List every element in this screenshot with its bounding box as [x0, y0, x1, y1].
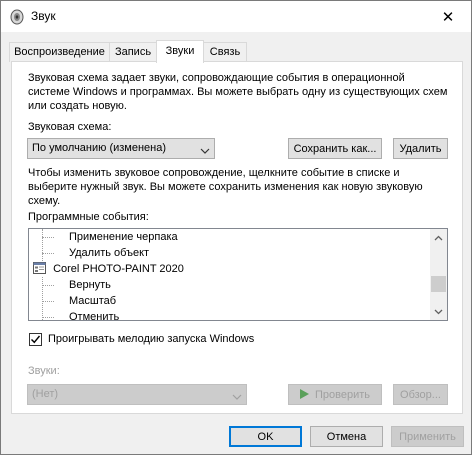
tab-recording[interactable]: Запись	[109, 42, 157, 62]
scheme-label: Звуковая схема:	[28, 121, 112, 133]
apply-button[interactable]: Применить	[391, 426, 464, 447]
list-item[interactable]: Вернуть	[69, 277, 111, 293]
events-label: Программные события:	[28, 211, 149, 223]
checkmark-icon	[31, 335, 41, 344]
chevron-down-icon	[434, 309, 443, 314]
scheme-dropdown[interactable]: По умолчанию (изменена)	[27, 138, 215, 159]
list-item[interactable]: Применение черпака	[69, 229, 178, 245]
startup-sound-label[interactable]: Проигрывать мелодию запуска Windows	[48, 332, 254, 346]
scroll-thumb[interactable]	[431, 276, 446, 292]
cancel-button[interactable]: Отмена	[310, 426, 383, 447]
list-item[interactable]: Удалить объект	[69, 245, 149, 261]
events-description: Чтобы изменить звуковое сопровождение, щ…	[28, 167, 423, 207]
tree-connector	[42, 229, 43, 265]
sounds-label: Звуки:	[28, 365, 60, 377]
close-icon: ✕	[441, 8, 455, 26]
sound-file-dropdown[interactable]: (Нет)	[27, 384, 247, 405]
ok-button[interactable]: OK	[229, 426, 302, 447]
list-item-group-label: Corel PHOTO-PAINT 2020	[53, 263, 184, 275]
sound-file-dropdown-value: (Нет)	[32, 388, 59, 400]
program-icon	[33, 262, 46, 279]
vertical-scrollbar[interactable]	[430, 229, 447, 320]
list-item-group[interactable]: Corel PHOTO-PAINT 2020	[33, 261, 184, 277]
scheme-description: Звуковая схема задает звуки, сопровождаю…	[28, 72, 448, 112]
list-item[interactable]: Масштаб	[69, 293, 116, 309]
scroll-down-button[interactable]	[430, 303, 447, 320]
chevron-down-icon	[232, 390, 242, 400]
test-sound-label: Проверить	[315, 389, 371, 401]
scheme-dropdown-value: По умолчанию (изменена)	[32, 142, 167, 154]
tree-connector	[42, 253, 54, 254]
tab-playback[interactable]: Воспроизведение	[9, 42, 110, 62]
chevron-down-icon	[200, 144, 210, 154]
test-sound-button[interactable]: Проверить	[288, 384, 382, 405]
browse-button[interactable]: Обзор...	[393, 384, 448, 405]
tab-sounds[interactable]: Звуки	[156, 40, 204, 63]
tab-communications[interactable]: Связь	[203, 42, 247, 62]
tree-connector	[42, 277, 43, 320]
window-title: Звук	[31, 9, 56, 23]
tree-connector	[42, 317, 54, 318]
save-as-button[interactable]: Сохранить как...	[288, 138, 382, 159]
sounds-tab-panel: Звуковая схема задает звуки, сопровождаю…	[11, 61, 463, 414]
tree-connector	[42, 301, 54, 302]
list-item[interactable]: Отменить	[69, 309, 119, 320]
program-events-list[interactable]: Применение черпака Удалить объект Corel …	[28, 228, 448, 321]
tree-connector	[42, 237, 54, 238]
startup-sound-checkbox[interactable]	[29, 333, 42, 346]
sound-dialog: Звук ✕ Воспроизведение Запись Звуки Связ…	[0, 0, 472, 455]
title-bar[interactable]: Звук ✕	[1, 1, 471, 32]
play-icon	[299, 386, 309, 407]
delete-scheme-button[interactable]: Удалить	[393, 138, 448, 159]
chevron-up-icon	[434, 235, 443, 240]
scroll-up-button[interactable]	[430, 229, 447, 246]
speaker-icon	[9, 9, 25, 25]
tree-connector	[42, 285, 54, 286]
close-button[interactable]: ✕	[425, 1, 471, 32]
